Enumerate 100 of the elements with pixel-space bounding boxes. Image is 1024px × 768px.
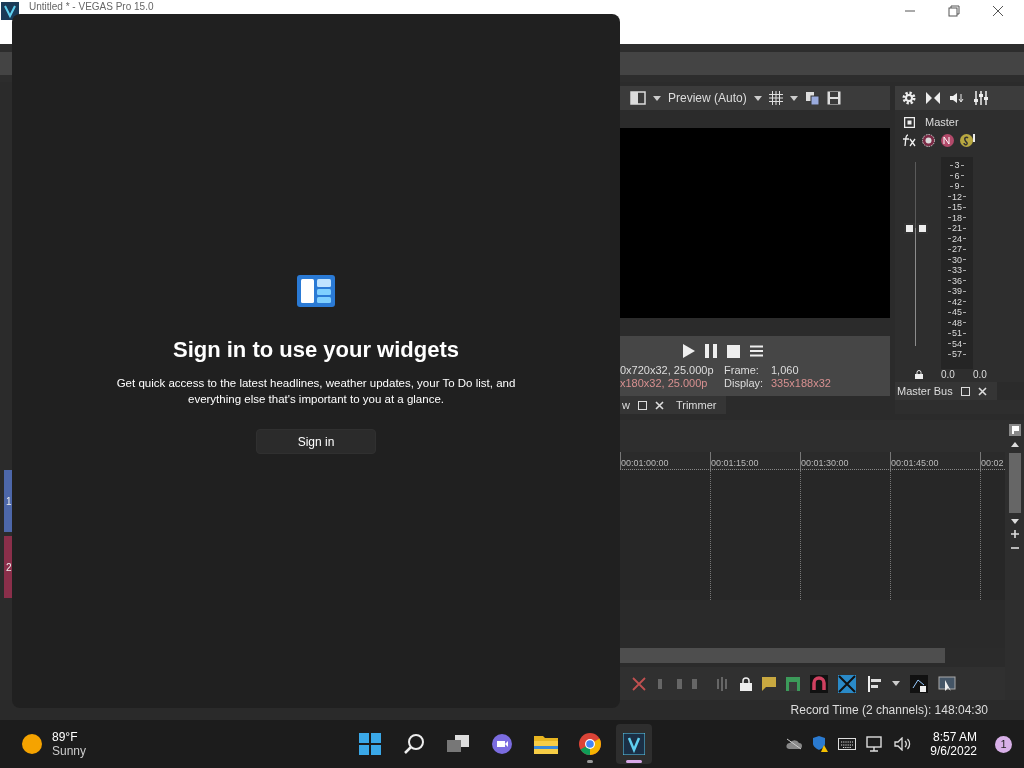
bus-name: Master	[925, 116, 959, 128]
menu-icon[interactable]	[750, 345, 763, 357]
security-warning-icon[interactable]	[812, 736, 829, 752]
ruler-label: 00:01:45:00	[891, 458, 939, 468]
meter-scale-label: 45	[952, 307, 962, 318]
sun-icon[interactable]	[22, 734, 42, 754]
caret-icon[interactable]	[789, 95, 798, 101]
cloud-offline-icon[interactable]	[786, 738, 803, 750]
lock-icon[interactable]	[915, 370, 923, 379]
save-icon[interactable]	[826, 91, 841, 105]
stop-icon[interactable]	[727, 344, 740, 358]
fader-thumb[interactable]	[904, 223, 928, 235]
split-screen-icon[interactable]	[630, 91, 646, 105]
dock-tab[interactable]: Trimmer	[673, 396, 727, 414]
app-logo-icon[interactable]	[623, 733, 645, 755]
ruler-label: 00:02	[981, 458, 1004, 468]
marker-icon[interactable]	[762, 676, 776, 691]
copy-icon[interactable]	[804, 91, 820, 105]
meter-scale-label: 15	[952, 202, 962, 213]
speaker-icon[interactable]	[950, 92, 964, 104]
clock-date[interactable]: 9/6/2022	[930, 744, 977, 758]
magnet-icon[interactable]	[810, 674, 828, 693]
align-icon[interactable]	[866, 675, 882, 692]
meter-scale-label: 39	[952, 286, 962, 297]
play-icon[interactable]	[683, 344, 695, 358]
sliders-icon[interactable]	[974, 91, 988, 105]
ruler-label: 00:01:15:00	[711, 458, 759, 468]
trim-icon	[656, 676, 664, 691]
video-properties-text: x180x32, 25.000p	[620, 377, 709, 390]
meter-scale-label: 48	[952, 317, 962, 328]
preview-quality-dropdown[interactable]: Preview (Auto)	[668, 91, 747, 105]
meter-scale-label: 51	[952, 328, 962, 339]
scroll-down-icon[interactable]	[1010, 519, 1019, 524]
maximize-icon[interactable]	[637, 400, 647, 410]
region-icon[interactable]	[786, 676, 800, 691]
cursor-icon[interactable]	[938, 675, 956, 692]
widgets-heading: Sign in to use your widgets	[173, 337, 459, 363]
peak-reading: 0.0	[941, 369, 955, 380]
caret-icon[interactable]	[753, 95, 762, 101]
status-text: Record Time (2 channels): 148:04:30	[790, 703, 988, 717]
meter-scale-label: 21	[952, 223, 962, 234]
video-chat-icon[interactable]	[491, 733, 513, 755]
app-logo-icon	[1, 2, 19, 20]
restore-icon[interactable]	[948, 5, 960, 17]
fx-icon[interactable]	[902, 134, 916, 147]
browser-icon[interactable]	[579, 733, 601, 755]
info-label: Display:	[724, 377, 765, 390]
dock-tab[interactable]: Master Bus	[895, 382, 997, 400]
settings-icon[interactable]	[902, 91, 916, 105]
lock-icon[interactable]	[740, 676, 752, 691]
meter-scale-label: 12	[952, 191, 962, 202]
grid-icon[interactable]	[768, 91, 783, 105]
meter-scale-label: 54	[952, 338, 962, 349]
zoom-out-icon[interactable]	[1010, 544, 1019, 552]
marker-flag-icon[interactable]	[1008, 424, 1021, 436]
meter-scale-label: 57	[952, 349, 962, 360]
notification-badge[interactable]: 1	[995, 735, 1012, 753]
folder-icon[interactable]	[534, 734, 558, 754]
clock-time[interactable]: 8:57 AM	[932, 730, 977, 744]
video-properties-text: 0x720x32, 25.000p	[620, 364, 715, 377]
info-value: 1,060	[771, 364, 799, 377]
solo-badge-icon[interactable]	[960, 134, 975, 147]
maximize-icon[interactable]	[960, 386, 970, 396]
temperature-text[interactable]: 89°F	[52, 730, 87, 744]
meter-scale-label: 42	[952, 296, 962, 307]
meter-scale-label: 18	[952, 212, 962, 223]
pause-icon[interactable]	[705, 344, 717, 358]
vertical-scrollbar[interactable]	[1008, 453, 1021, 513]
task-view-icon[interactable]	[446, 733, 470, 755]
scroll-up-icon[interactable]	[1010, 442, 1019, 447]
window-title: Untitled * - VEGAS Pro 15.0	[29, 1, 154, 12]
weather-text[interactable]: Sunny	[52, 744, 87, 758]
mute-badge-icon[interactable]	[941, 134, 954, 147]
start-icon[interactable]	[359, 733, 381, 755]
meter-scale-label: 30	[952, 254, 962, 265]
horizontal-scrollbar[interactable]	[620, 648, 945, 663]
close-icon[interactable]	[992, 5, 1004, 17]
zoom-in-icon[interactable]	[1010, 530, 1019, 538]
meter-scale-label: 6	[954, 170, 960, 181]
ruler-label: 00:01:00:00	[621, 458, 669, 468]
split-icon	[714, 676, 730, 691]
widgets-description: Get quick access to the latest headlines, weather updates, your To Do list, and everything else that's important to you at a glance.	[116, 376, 516, 407]
sign-in-button[interactable]: Sign in	[256, 429, 376, 454]
keyboard-icon[interactable]	[838, 738, 857, 750]
meter-scale-label: 36	[952, 275, 962, 286]
dock-tab[interactable]: w	[620, 396, 674, 414]
network-icon[interactable]	[866, 736, 885, 752]
taskbar-app[interactable]	[616, 724, 652, 764]
bus-icon[interactable]	[904, 116, 915, 128]
info-value: 335x188x32	[771, 377, 831, 390]
ruler-label: 00:01:30:00	[801, 458, 849, 468]
record-badge-icon[interactable]	[922, 134, 935, 147]
caret-icon[interactable]	[653, 95, 661, 101]
info-label: Frame:	[724, 364, 760, 377]
speaker-icon[interactable]	[894, 737, 913, 751]
peak-reading: 0.0	[972, 369, 987, 380]
meter-scale-label: 33	[952, 265, 962, 276]
delete-icon[interactable]	[632, 676, 646, 691]
caret-icon[interactable]	[892, 681, 900, 686]
search-icon[interactable]	[403, 733, 425, 755]
